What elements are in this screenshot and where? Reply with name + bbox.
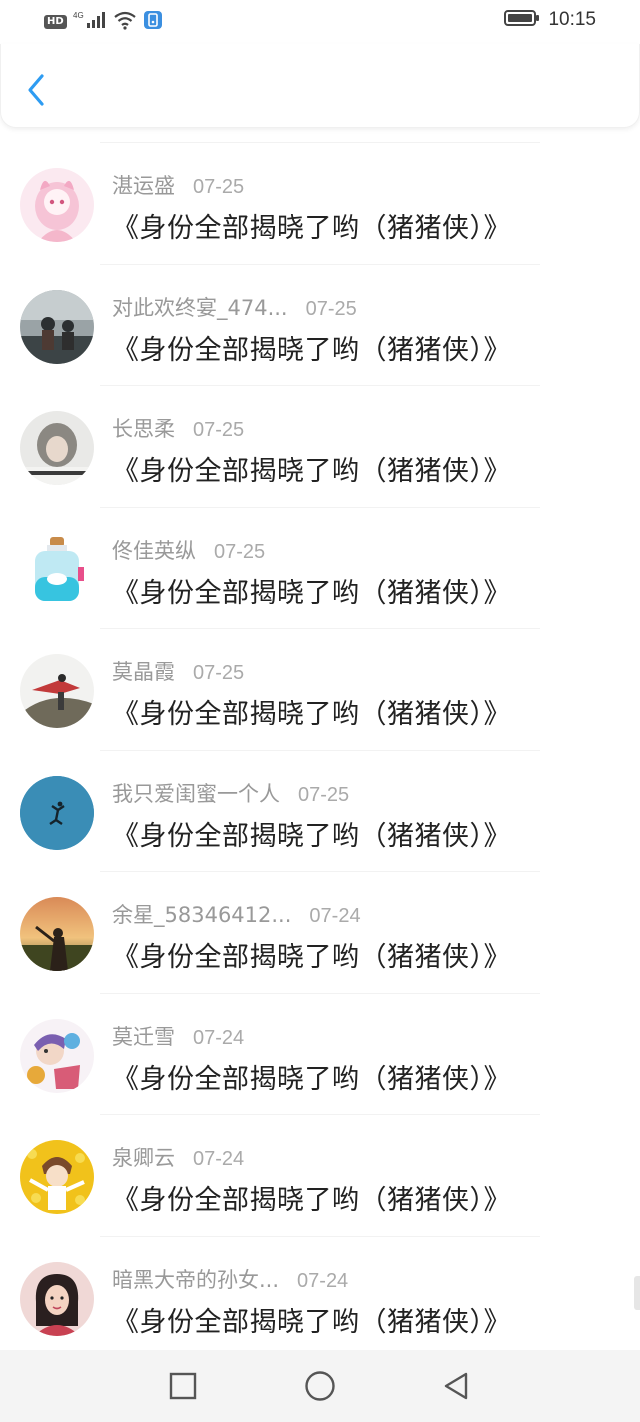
circle-home-icon bbox=[305, 1371, 335, 1401]
item-date: 07-24 bbox=[309, 905, 361, 927]
divider bbox=[100, 749, 540, 751]
item-title[interactable]: 《身份全部揭晓了哟（猪猪侠）》 bbox=[112, 328, 511, 367]
list-item[interactable]: 对此欢终宴_474... 07-25 《身份全部揭晓了哟（猪猪侠）》 bbox=[0, 263, 640, 386]
status-right: 10:15 bbox=[504, 8, 596, 32]
nav-bar bbox=[0, 44, 640, 128]
item-meta: 莫迁雪 07-24 bbox=[112, 1021, 244, 1051]
avatar[interactable] bbox=[20, 897, 94, 971]
avatar[interactable] bbox=[20, 654, 94, 728]
item-date: 07-25 bbox=[193, 662, 245, 684]
list-item[interactable]: 长思柔 07-25 《身份全部揭晓了哟（猪猪侠）》 bbox=[0, 385, 640, 507]
user-name[interactable]: 佟佳英纵 bbox=[112, 535, 196, 565]
item-title[interactable]: 《身份全部揭晓了哟（猪猪侠）》 bbox=[112, 449, 511, 488]
item-date: 07-25 bbox=[305, 297, 357, 320]
item-date: 07-24 bbox=[193, 1148, 245, 1170]
scrollbar[interactable] bbox=[634, 1276, 640, 1310]
signal-icon: 4G bbox=[73, 10, 107, 34]
item-date: 07-25 bbox=[214, 540, 266, 563]
avatar[interactable] bbox=[20, 1140, 94, 1214]
item-date: 07-24 bbox=[193, 1026, 245, 1049]
reader-list: 湛运盛 07-25 《身份全部揭晓了哟（猪猪侠）》 对此欢终宴_474... 0… bbox=[0, 142, 640, 1357]
item-meta: 余星_58346412... 07-24 bbox=[112, 899, 361, 929]
divider bbox=[100, 628, 540, 629]
item-date: 07-25 bbox=[298, 783, 350, 806]
wifi-icon bbox=[113, 10, 137, 34]
divider bbox=[100, 871, 540, 872]
item-meta: 佟佳英纵 07-25 bbox=[112, 535, 265, 565]
user-name[interactable]: 莫晶霞 bbox=[112, 656, 175, 686]
divider bbox=[100, 506, 540, 508]
user-name[interactable]: 泉卿云 bbox=[112, 1142, 175, 1172]
item-title[interactable]: 《身份全部揭晓了哟（猪猪侠）》 bbox=[112, 1057, 511, 1096]
item-title[interactable]: 《身份全部揭晓了哟（猪猪侠）》 bbox=[112, 206, 511, 245]
item-title[interactable]: 《身份全部揭晓了哟（猪猪侠）》 bbox=[112, 692, 511, 731]
avatar[interactable] bbox=[20, 168, 94, 242]
item-date: 07-25 bbox=[193, 176, 245, 198]
status-bar: HD 4G 10:15 bbox=[0, 0, 640, 44]
divider bbox=[100, 1114, 540, 1115]
item-meta: 莫晶霞 07-25 bbox=[112, 656, 244, 686]
item-title[interactable]: 《身份全部揭晓了哟（猪猪侠）》 bbox=[112, 814, 511, 853]
status-left: HD 4G bbox=[44, 10, 163, 34]
clock: 10:15 bbox=[548, 9, 596, 30]
list-item[interactable]: 莫迁雪 07-24 《身份全部揭晓了哟（猪猪侠）》 bbox=[0, 992, 640, 1115]
avatar[interactable] bbox=[20, 532, 94, 607]
triangle-back-icon bbox=[444, 1372, 468, 1400]
app-notification-icon bbox=[143, 10, 163, 34]
avatar[interactable] bbox=[20, 1018, 94, 1093]
item-title[interactable]: 《身份全部揭晓了哟（猪猪侠）》 bbox=[112, 571, 511, 610]
chevron-left-icon bbox=[28, 74, 44, 106]
system-nav-bar bbox=[0, 1350, 640, 1422]
back-button[interactable] bbox=[19, 70, 53, 110]
item-meta: 湛运盛 07-25 bbox=[112, 170, 244, 200]
item-meta: 对此欢终宴_474... 07-25 bbox=[112, 292, 357, 322]
back-nav-button[interactable] bbox=[438, 1370, 474, 1402]
hd-icon: HD bbox=[44, 15, 67, 29]
list-item[interactable]: 莫晶霞 07-25 《身份全部揭晓了哟（猪猪侠）》 bbox=[0, 628, 640, 750]
user-name[interactable]: 湛运盛 bbox=[112, 170, 175, 200]
item-meta: 长思柔 07-25 bbox=[112, 413, 244, 443]
divider bbox=[100, 992, 540, 994]
list-item[interactable]: 泉卿云 07-24 《身份全部揭晓了哟（猪猪侠）》 bbox=[0, 1114, 640, 1236]
user-name[interactable]: 莫迁雪 bbox=[112, 1021, 175, 1051]
network-label: 4G bbox=[73, 11, 84, 20]
list-item[interactable]: 余星_58346412... 07-24 《身份全部揭晓了哟（猪猪侠）》 bbox=[0, 871, 640, 993]
list-item[interactable]: 佟佳英纵 07-25 《身份全部揭晓了哟（猪猪侠）》 bbox=[0, 506, 640, 629]
user-name[interactable]: 余星_58346412... bbox=[112, 899, 291, 929]
battery-icon bbox=[504, 8, 540, 32]
item-title[interactable]: 《身份全部揭晓了哟（猪猪侠）》 bbox=[112, 1300, 511, 1339]
home-button[interactable] bbox=[302, 1370, 338, 1402]
user-name[interactable]: 长思柔 bbox=[112, 413, 175, 443]
avatar[interactable] bbox=[20, 1261, 94, 1336]
avatar[interactable] bbox=[20, 775, 94, 850]
divider bbox=[100, 263, 540, 265]
user-name[interactable]: 暗黑大帝的孙女... bbox=[112, 1264, 279, 1294]
list-item[interactable]: 暗黑大帝的孙女... 07-24 《身份全部揭晓了哟（猪猪侠）》 bbox=[0, 1235, 640, 1358]
item-date: 07-24 bbox=[297, 1269, 349, 1292]
divider bbox=[100, 142, 540, 143]
item-date: 07-25 bbox=[193, 419, 245, 441]
item-title[interactable]: 《身份全部揭晓了哟（猪猪侠）》 bbox=[112, 935, 511, 974]
item-meta: 暗黑大帝的孙女... 07-24 bbox=[112, 1264, 348, 1294]
user-name[interactable]: 对此欢终宴_474... bbox=[112, 292, 288, 322]
divider bbox=[100, 385, 540, 386]
user-name[interactable]: 我只爱闺蜜一个人 bbox=[112, 778, 280, 808]
list-item[interactable]: 我只爱闺蜜一个人 07-25 《身份全部揭晓了哟（猪猪侠）》 bbox=[0, 749, 640, 872]
item-meta: 我只爱闺蜜一个人 07-25 bbox=[112, 778, 349, 808]
avatar[interactable] bbox=[20, 411, 94, 485]
item-title[interactable]: 《身份全部揭晓了哟（猪猪侠）》 bbox=[112, 1178, 511, 1217]
recents-button[interactable] bbox=[165, 1370, 201, 1402]
avatar[interactable] bbox=[20, 289, 94, 364]
item-meta: 泉卿云 07-24 bbox=[112, 1142, 244, 1172]
divider bbox=[100, 1235, 540, 1237]
list-item[interactable]: 湛运盛 07-25 《身份全部揭晓了哟（猪猪侠）》 bbox=[0, 142, 640, 264]
square-recents-icon bbox=[169, 1372, 197, 1400]
